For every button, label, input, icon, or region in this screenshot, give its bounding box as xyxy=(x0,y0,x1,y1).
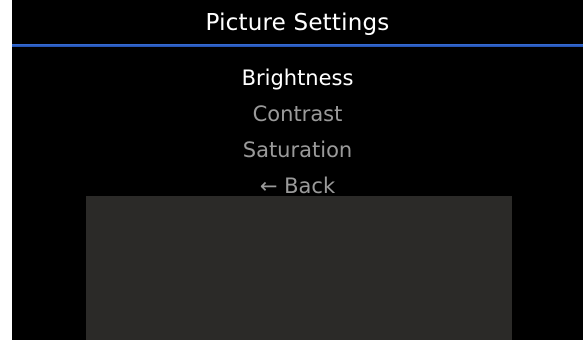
page-title: Picture Settings xyxy=(205,10,390,36)
title-divider xyxy=(12,44,583,47)
preview-panel xyxy=(86,196,512,340)
menu-item-brightness[interactable]: Brightness xyxy=(242,60,354,96)
menu-item-saturation[interactable]: Saturation xyxy=(243,132,352,168)
menu-item-contrast[interactable]: Contrast xyxy=(253,96,343,132)
settings-menu: Brightness Contrast Saturation ← Back xyxy=(12,60,583,204)
title-bar: Picture Settings xyxy=(12,0,583,46)
settings-screen: Picture Settings Brightness Contrast Sat… xyxy=(12,0,583,340)
